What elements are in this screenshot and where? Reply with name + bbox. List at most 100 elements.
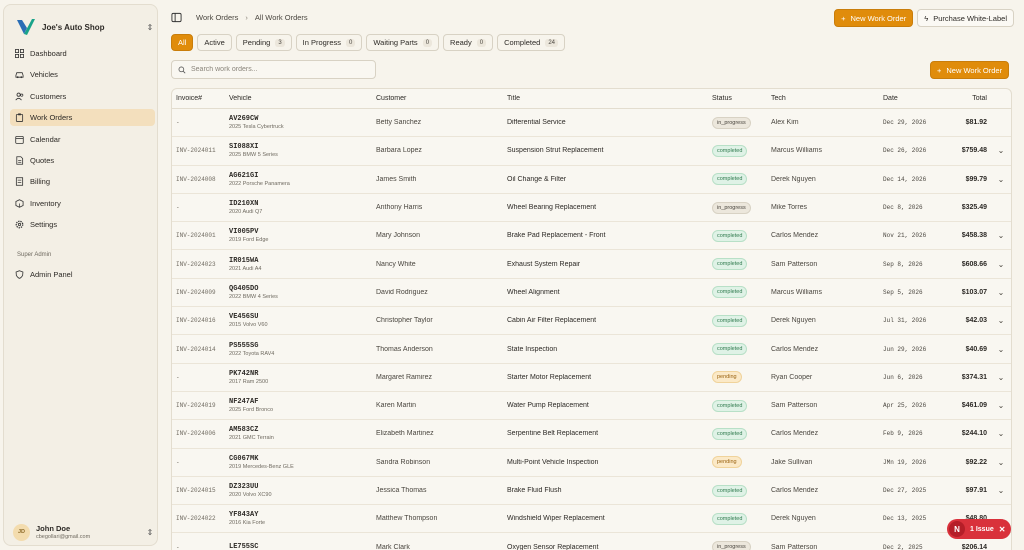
table-row[interactable]: - CG067MK 2019 Mercedes-Benz GLE Sandra Rob… bbox=[172, 449, 1011, 477]
sidebar-item-vehicles[interactable]: Vehicles bbox=[10, 66, 155, 83]
sidebar-item-quotes[interactable]: Quotes bbox=[10, 152, 155, 169]
shield-icon bbox=[14, 270, 24, 280]
vehicle-plate: VI005PV bbox=[229, 228, 259, 237]
sidebar-item-calendar[interactable]: Calendar bbox=[10, 131, 155, 148]
column-header-tech[interactable]: Tech bbox=[767, 95, 879, 102]
invoice-number: INV-2024008 bbox=[176, 175, 216, 183]
column-header-invoice[interactable]: Invoice# bbox=[172, 95, 225, 102]
table-row[interactable]: INV-2024009 QG405DO 2022 BMW 4 Series David… bbox=[172, 279, 1011, 308]
column-header-vehicle[interactable]: Vehicle bbox=[225, 95, 372, 102]
close-icon[interactable]: ✕ bbox=[999, 525, 1006, 534]
tab-all[interactable]: All bbox=[171, 34, 194, 51]
status-badge: completed bbox=[712, 314, 748, 327]
status-badge: pending bbox=[712, 456, 742, 469]
customer-name: Anthony Harris bbox=[376, 204, 423, 212]
table-row[interactable]: INV-2024008 AG621GI 2022 Porsche Panamera J… bbox=[172, 166, 1011, 194]
invoice-number: INV-2024011 bbox=[176, 147, 216, 155]
tab-active[interactable]: Active bbox=[197, 34, 232, 51]
table-row[interactable]: INV-2024014 PS555SG 2022 Toyota RAV4 Thomas… bbox=[172, 335, 1011, 364]
table-row[interactable]: INV-2024022 YF843AY 2016 Kia Forte Matthew … bbox=[172, 505, 1011, 534]
chevron-down-icon[interactable]: ⌄ bbox=[998, 373, 1005, 382]
tech-name: Carlos Mendez bbox=[771, 232, 819, 240]
chevron-down-icon[interactable]: ⌄ bbox=[998, 316, 1005, 325]
column-header-customer[interactable]: Customer bbox=[372, 95, 503, 102]
new-work-order-label: New Work Order bbox=[946, 65, 1003, 75]
vehicle-plate: SI088XI bbox=[229, 143, 259, 152]
customer-name: Sandra Robinson bbox=[376, 458, 431, 466]
issue-badge[interactable]: N 1 Issue ✕ bbox=[947, 519, 1011, 539]
sidebar-item-admin-panel[interactable]: Admin Panel bbox=[10, 266, 155, 283]
chevron-down-icon[interactable]: ⌄ bbox=[998, 429, 1005, 438]
column-header-title[interactable]: Title bbox=[503, 95, 708, 102]
chevron-down-icon[interactable]: ⌄ bbox=[998, 345, 1005, 354]
tech-name: Derek Nguyen bbox=[771, 317, 816, 325]
table-row[interactable]: - PK742NR 2017 Ram 2500 Margaret Ramirez Sta… bbox=[172, 364, 1011, 392]
vehicle-plate: IR015WA bbox=[229, 256, 259, 265]
work-order-date: Sep 5, 2026 bbox=[883, 288, 923, 296]
tab-in-progress[interactable]: In Progress 0 bbox=[295, 34, 363, 51]
column-header-date[interactable]: Date bbox=[879, 95, 939, 102]
tab-count-badge: 3 bbox=[275, 38, 285, 47]
work-order-date: Feb 9, 2026 bbox=[883, 430, 923, 438]
search-input[interactable] bbox=[191, 66, 361, 73]
customer-name: Nancy White bbox=[376, 260, 416, 268]
sidebar-item-dashboard[interactable]: Dashboard bbox=[10, 45, 155, 62]
table-row[interactable]: INV-2024006 AM583CZ 2021 GMC Terrain Elizab… bbox=[172, 420, 1011, 449]
customer-name: Elizabeth Martinez bbox=[376, 430, 434, 438]
vehicle-model: 2022 Toyota RAV4 bbox=[229, 350, 275, 357]
table-row[interactable]: INV-2024001 VI005PV 2019 Ford Edge Mary Joh… bbox=[172, 222, 1011, 251]
tech-name: Carlos Mendez bbox=[771, 487, 819, 494]
status-badge: in_progress bbox=[712, 116, 751, 129]
invoice-number: INV-2024019 bbox=[176, 402, 216, 410]
invoice-number: INV-2024023 bbox=[176, 260, 216, 268]
new-work-order-button-secondary[interactable]: + New Work Order bbox=[930, 61, 1010, 79]
table-row[interactable]: - AV269CW 2025 Tesla Cybertruck Betty Sanch… bbox=[172, 109, 1011, 138]
sidebar-item-work-orders[interactable]: Work Orders bbox=[10, 109, 155, 127]
purchase-white-label-button[interactable]: ϟ Purchase White-Label bbox=[917, 9, 1014, 27]
table-row[interactable]: INV-2024023 IR015WA 2021 Audi A4 Nancy Whit… bbox=[172, 250, 1011, 279]
chevron-down-icon[interactable]: ⌄ bbox=[998, 175, 1005, 184]
column-header-total[interactable]: Total bbox=[939, 95, 989, 102]
breadcrumb-work-orders[interactable]: Work Orders bbox=[196, 13, 238, 22]
sidebar-item-settings[interactable]: Settings bbox=[10, 216, 155, 233]
tab-count-badge: 0 bbox=[476, 38, 487, 47]
tab-pending[interactable]: Pending 3 bbox=[235, 34, 292, 51]
table-row[interactable]: INV-2024015 DZ323UU 2020 Volvo XC90 Jessica… bbox=[172, 477, 1011, 506]
tab-completed[interactable]: Completed 24 bbox=[497, 34, 566, 51]
table-row[interactable]: INV-2024016 VE456SU 2015 Volvo V60 Christop… bbox=[172, 307, 1011, 336]
chevron-down-icon[interactable]: ⌄ bbox=[998, 401, 1005, 410]
column-header-status[interactable]: Status bbox=[708, 95, 767, 102]
vehicle-model: 2022 BMW 4 Series bbox=[229, 293, 278, 300]
sidebar-item-billing[interactable]: Billing bbox=[10, 173, 155, 190]
table-row[interactable]: INV-2024011 SI088XI 2025 BMW 5 Series Barba… bbox=[172, 137, 1011, 166]
work-order-title: Exhaust System Repair bbox=[507, 260, 581, 268]
user-menu[interactable]: JD John Doe cbegollari@gmail.com ⇕ bbox=[13, 519, 155, 545]
work-order-date: Apr 25, 2026 bbox=[883, 402, 927, 410]
new-work-order-button[interactable]: + New Work Order bbox=[834, 9, 914, 27]
clipboard-icon bbox=[14, 113, 24, 123]
table-row[interactable]: - LE755SC Mark Clark Oxygen Sensor Replacem… bbox=[172, 533, 1011, 550]
invoice-number: INV-2024006 bbox=[176, 430, 216, 438]
chevron-down-icon[interactable]: ⌄ bbox=[998, 288, 1005, 297]
table-row[interactable]: - ID210XN 2020 Audi Q7 Anthony Harris Wheel … bbox=[172, 194, 1011, 223]
chevron-down-icon[interactable]: ⌄ bbox=[998, 458, 1005, 467]
chevron-down-icon[interactable]: ⌄ bbox=[998, 146, 1005, 155]
sidebar-item-label: Work Orders bbox=[30, 113, 73, 123]
tab-ready[interactable]: Ready 0 bbox=[443, 34, 494, 51]
work-order-total: $103.07 bbox=[961, 288, 987, 296]
status-badge: completed bbox=[712, 258, 748, 271]
tech-name: Carlos Mendez bbox=[771, 430, 819, 438]
chevron-down-icon[interactable]: ⌄ bbox=[998, 231, 1005, 240]
work-order-date: Dec 2, 2025 bbox=[883, 543, 923, 550]
table-row[interactable]: INV-2024019 NF247AF 2025 Ford Bronco Karen … bbox=[172, 392, 1011, 421]
sidebar-item-customers[interactable]: Customers bbox=[10, 88, 155, 105]
tab-waiting-parts[interactable]: Waiting Parts 0 bbox=[366, 34, 440, 51]
purchase-white-label-label: Purchase White-Label bbox=[933, 13, 1007, 23]
sidebar-toggle-icon[interactable] bbox=[170, 11, 182, 23]
sidebar-item-label: Customers bbox=[30, 91, 67, 101]
shop-switcher[interactable]: Joe's Auto Shop ⇕ bbox=[15, 13, 155, 41]
sidebar-item-inventory[interactable]: Inventory bbox=[10, 195, 155, 212]
chevron-down-icon[interactable]: ⌄ bbox=[998, 486, 1005, 495]
sidebar-item-label: Settings bbox=[30, 220, 58, 230]
chevron-down-icon[interactable]: ⌄ bbox=[998, 260, 1005, 269]
